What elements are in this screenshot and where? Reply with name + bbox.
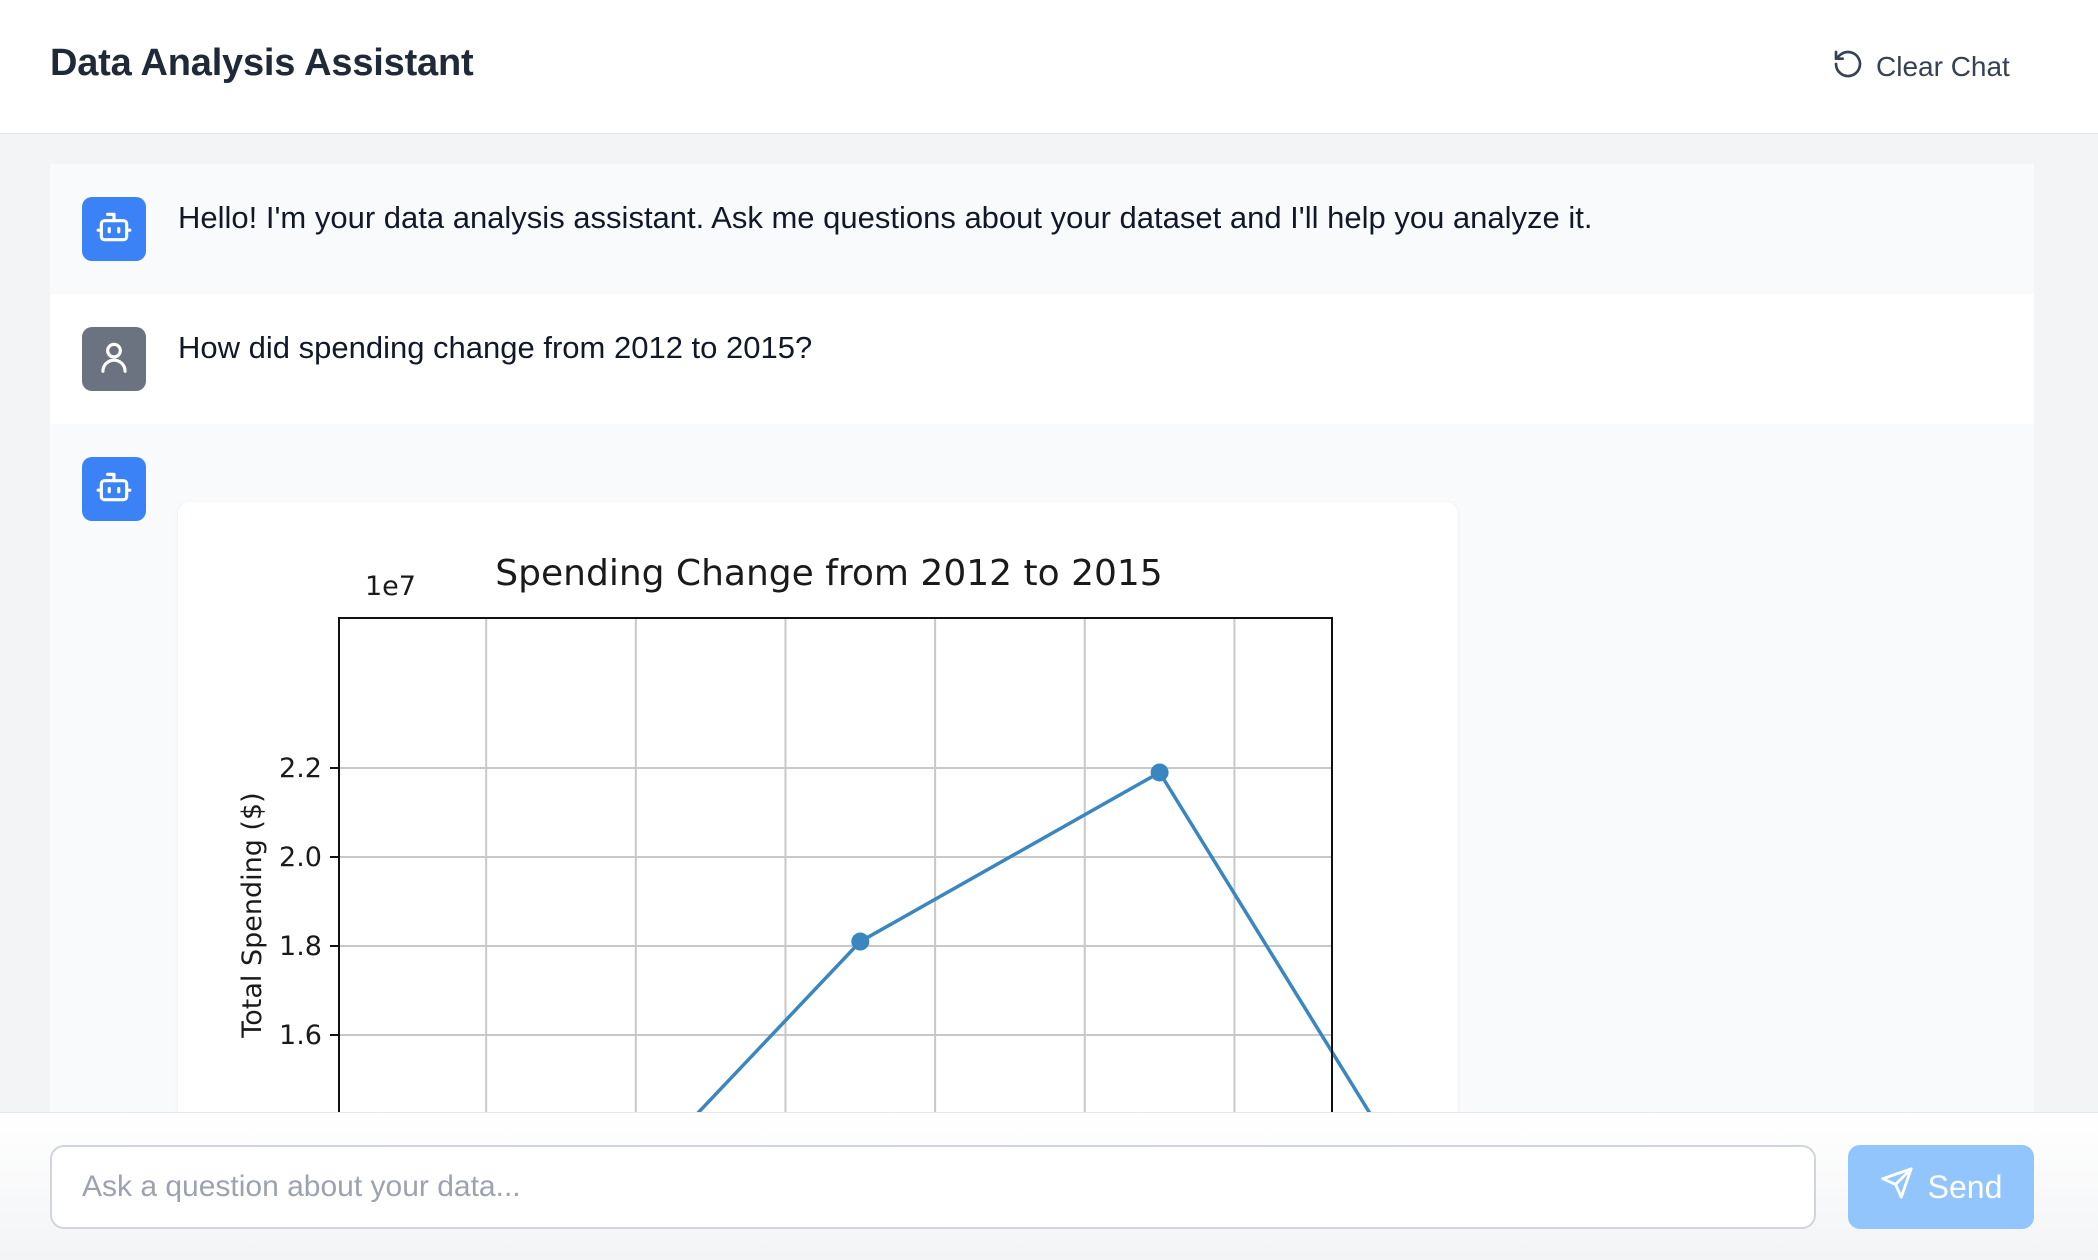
spending-line-chart: Spending Change from 2012 to 2015 1e7 To…	[237, 553, 1372, 1112]
chart-card: Spending Change from 2012 to 2015 1e7 To…	[178, 502, 1458, 1112]
y-offset-label: 1e7	[365, 571, 416, 602]
rotate-ccw-icon	[1832, 48, 1864, 87]
app-title: Data Analysis Assistant	[50, 42, 474, 84]
message-text: How did spending change from 2012 to 201…	[178, 330, 813, 365]
chart-title: Spending Change from 2012 to 2015	[495, 553, 1162, 594]
data-point	[851, 932, 870, 951]
user-message: How did spending change from 2012 to 201…	[50, 294, 2034, 424]
clear-chat-label: Clear Chat	[1876, 51, 2010, 82]
question-input[interactable]	[50, 1145, 1816, 1229]
bot-icon	[95, 468, 133, 511]
clear-chat-button[interactable]: Clear Chat	[1820, 40, 2022, 94]
assistant-chart-message: Spending Change from 2012 to 2015 1e7 To…	[50, 424, 2034, 1112]
app-window: Data Analysis Assistant Clear Chat Hello…	[0, 0, 2098, 1260]
assistant-message: Hello! I'm your data analysis assistant.…	[50, 164, 2034, 294]
y-tick-label: 1.8	[279, 931, 322, 962]
y-tick-label: 2.0	[279, 842, 322, 873]
message-text: Hello! I'm your data analysis assistant.…	[178, 200, 1593, 235]
send-button[interactable]: Send	[1848, 1145, 2034, 1229]
y-tick-label: 2.2	[279, 753, 322, 784]
user-icon	[95, 338, 133, 381]
input-bar: Send	[0, 1112, 2098, 1260]
chat-messages: Hello! I'm your data analysis assistant.…	[50, 164, 2034, 1112]
series-line	[696, 770, 1372, 1112]
app-header: Data Analysis Assistant Clear Chat	[0, 0, 2098, 134]
plot-frame	[338, 617, 1333, 1112]
series-layer	[696, 763, 1372, 1112]
user-avatar	[82, 327, 146, 391]
bot-avatar	[82, 457, 146, 521]
y-axis-ticks: 2.22.01.81.61.41.2	[279, 753, 339, 1112]
grid-lines	[339, 618, 1332, 1112]
y-tick-label: 1.6	[279, 1020, 322, 1051]
y-axis-label: Total Spending ($)	[237, 792, 268, 1038]
data-point	[1150, 763, 1169, 782]
send-label: Send	[1927, 1168, 2003, 1205]
bot-avatar	[82, 197, 146, 261]
bot-icon	[95, 208, 133, 251]
send-icon	[1880, 1166, 1914, 1208]
